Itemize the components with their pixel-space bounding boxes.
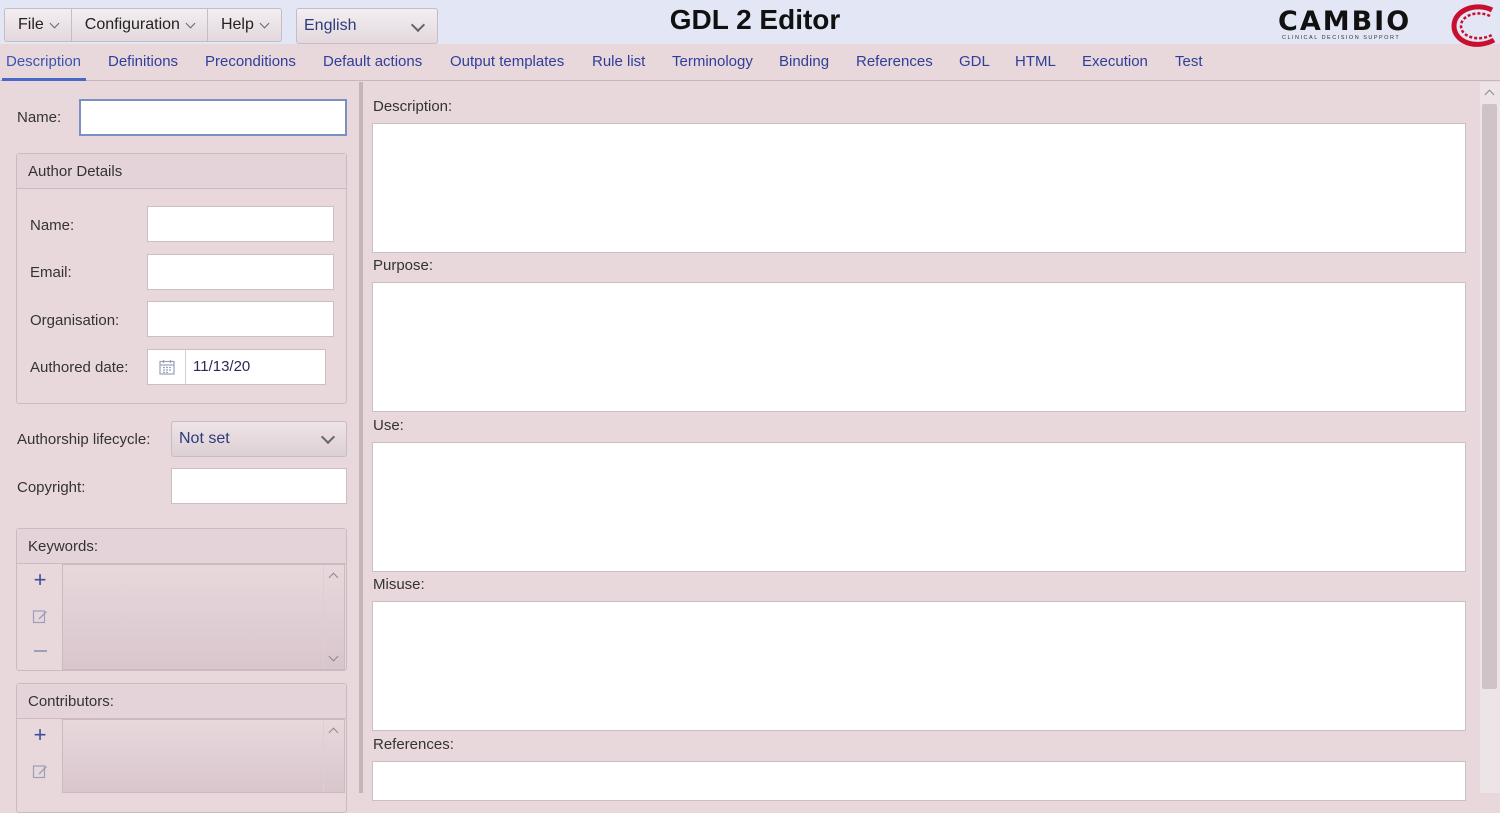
contributors-title: Contributors: [17,684,346,719]
tab-gdl[interactable]: GDL [959,53,990,70]
tab-output-templates[interactable]: Output templates [450,53,564,70]
minus-icon [33,650,47,652]
edit-icon [32,610,47,624]
edit-keyword-button[interactable] [28,604,52,628]
tab-description[interactable]: Description [6,53,81,70]
author-organisation-input[interactable] [147,301,334,337]
chevron-down-icon [320,429,336,445]
author-email-label: Email: [30,264,72,281]
tab-execution[interactable]: Execution [1082,53,1148,70]
purpose-label: Purpose: [373,257,434,274]
cambio-logo: CAMBIO CLINICAL DECISION SUPPORT [1278,4,1500,47]
add-contributor-button[interactable]: + [28,723,52,747]
date-picker-button[interactable] [148,350,186,384]
authorship-lifecycle-value: Not set [179,430,230,447]
tab-default-actions[interactable]: Default actions [323,53,422,70]
tab-references[interactable]: References [856,53,933,70]
use-label: Use: [373,417,404,434]
author-organisation-label: Organisation: [30,312,120,329]
contributors-scrollbar[interactable] [323,720,344,792]
edit-icon [32,765,47,779]
contributors-list[interactable] [62,719,345,793]
keywords-scrollbar[interactable] [323,565,344,669]
scrollbar-thumb[interactable] [1482,104,1497,689]
guideline-name-input[interactable] [79,99,347,136]
plus-icon: + [33,722,47,747]
scroll-up-icon[interactable] [328,727,339,738]
tab-definitions[interactable]: Definitions [108,53,178,70]
author-name-label: Name: [30,217,75,234]
keywords-list[interactable] [62,564,345,670]
tab-binding[interactable]: Binding [779,53,829,70]
use-textarea[interactable] [372,442,1466,572]
scroll-down-icon[interactable] [328,651,339,662]
logo-name: CAMBIO [1278,6,1412,37]
edit-contributor-button[interactable] [28,759,52,783]
right-panel: Description: Purpose: Use: Misuse: Refer… [363,82,1480,801]
authored-date-value[interactable]: 11/13/20 [186,350,250,384]
references-label: References: [373,736,454,753]
authorship-lifecycle-label: Authorship lifecycle: [17,431,151,448]
tab-bar: Description Definitions Preconditions De… [0,44,1500,81]
description-label: Description: [373,98,453,115]
tab-test[interactable]: Test [1175,53,1203,70]
copyright-input[interactable] [171,468,347,504]
scroll-up-icon[interactable] [1484,89,1495,100]
references-textarea[interactable] [372,761,1466,801]
copyright-label: Copyright: [17,479,86,496]
name-label: Name: [17,109,62,126]
purpose-textarea[interactable] [372,282,1466,412]
tab-preconditions[interactable]: Preconditions [205,53,296,70]
author-name-input[interactable] [147,206,334,242]
app-title: GDL 2 Editor [669,4,841,35]
plus-icon: + [33,567,47,592]
keywords-title: Keywords: [17,529,346,564]
authored-date-field: 11/13/20 [147,349,326,385]
authorship-lifecycle-select[interactable]: Not set [171,421,347,457]
scroll-up-icon[interactable] [328,572,339,583]
logo-tagline: CLINICAL DECISION SUPPORT [1282,35,1401,41]
tab-terminology[interactable]: Terminology [672,53,753,70]
misuse-textarea[interactable] [372,601,1466,731]
author-details-title: Author Details [17,154,346,189]
left-panel: Name: Author Details Name: Email: Organi… [0,82,360,813]
main-scrollbar[interactable] [1480,82,1500,793]
logo-mark-icon [1451,4,1496,47]
remove-keyword-button[interactable] [28,639,52,663]
description-textarea[interactable] [372,123,1466,253]
tab-html[interactable]: HTML [1015,53,1056,70]
misuse-label: Misuse: [373,576,425,593]
active-tab-indicator [2,78,86,81]
tab-rule-list[interactable]: Rule list [592,53,645,70]
authored-date-label: Authored date: [30,359,129,376]
calendar-icon [158,360,175,375]
top-bar: File Configuration Help English GDL 2 Ed… [0,0,1500,47]
author-email-input[interactable] [147,254,334,290]
add-keyword-button[interactable]: + [28,568,52,592]
